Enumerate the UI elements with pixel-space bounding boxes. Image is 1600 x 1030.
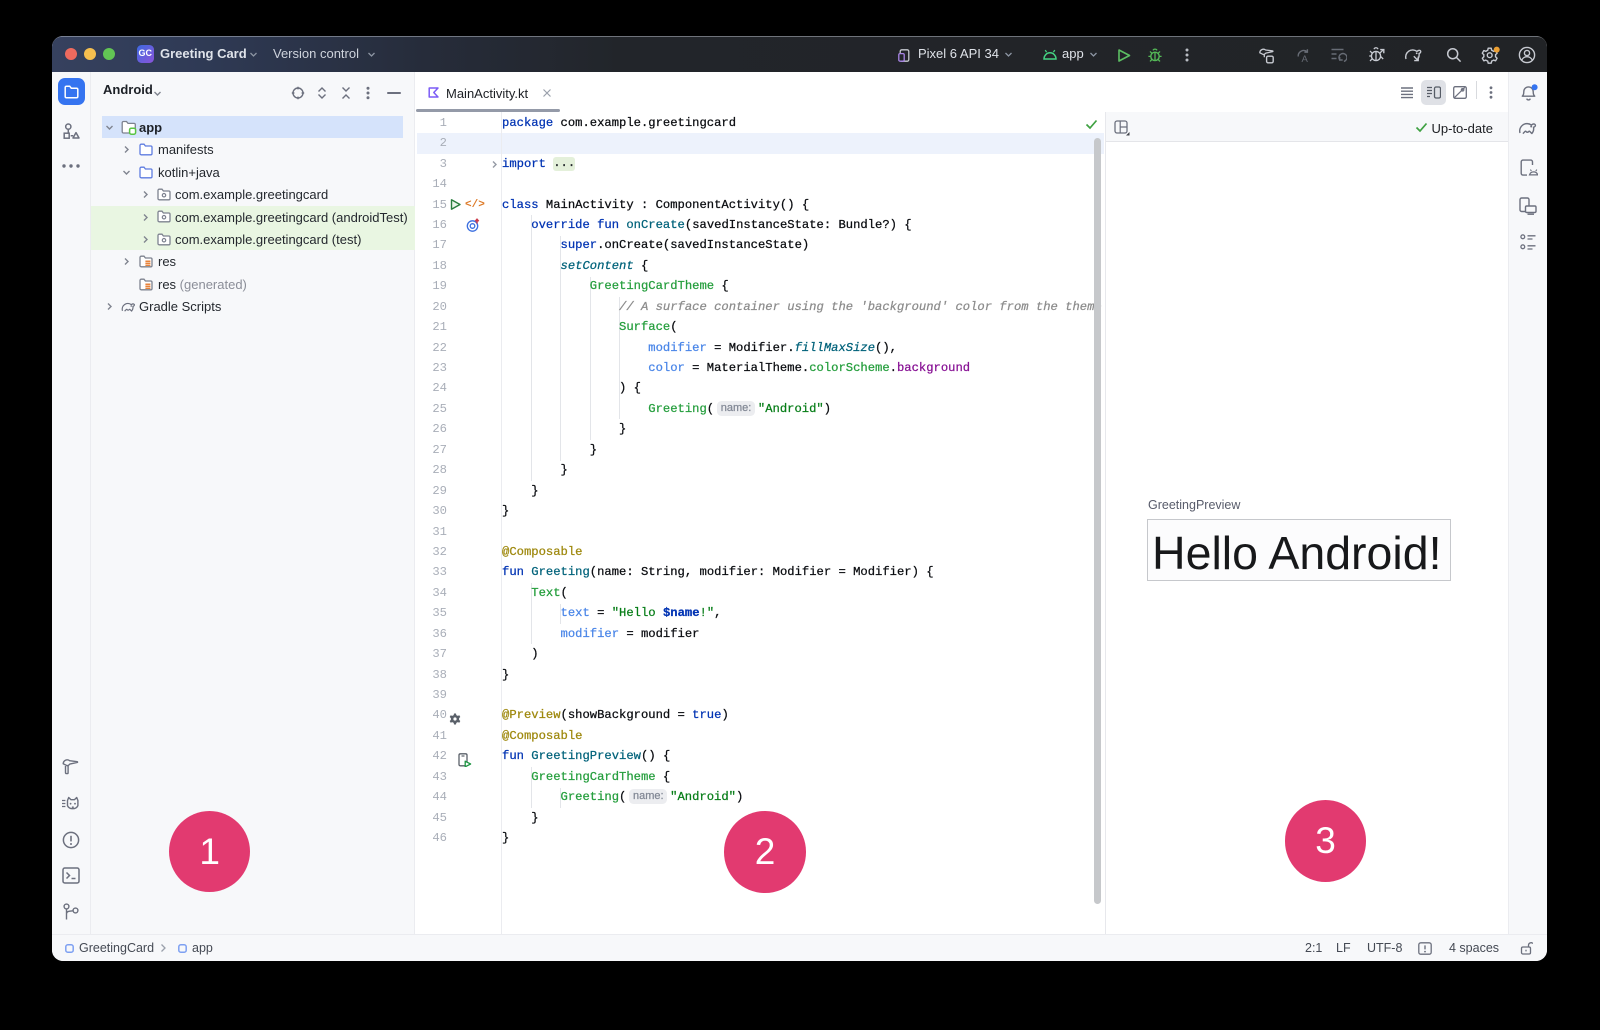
svg-text:A: A [1302, 53, 1309, 63]
